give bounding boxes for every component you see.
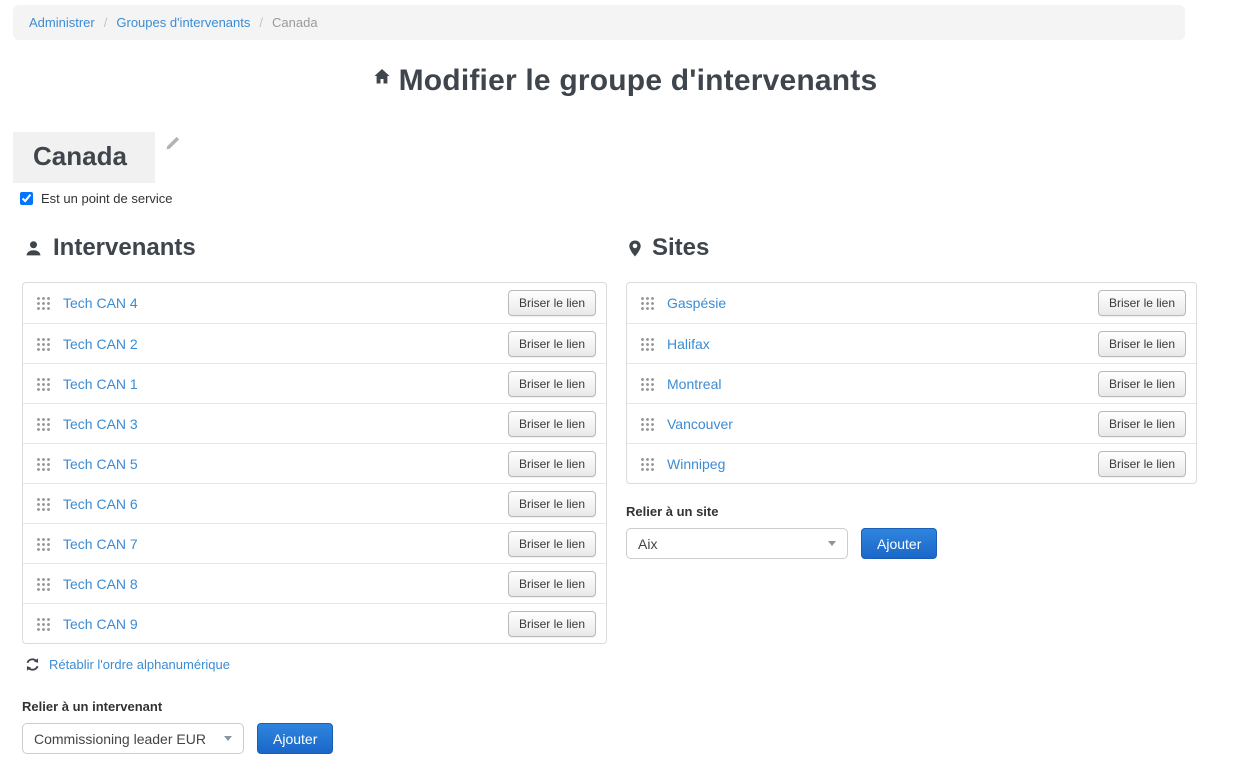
site-link[interactable]: Montreal: [667, 376, 1098, 392]
drag-handle-icon[interactable]: [640, 377, 654, 391]
link-site-label: Relier à un site: [626, 504, 1197, 519]
drag-handle-icon[interactable]: [36, 537, 50, 551]
sites-heading-label: Sites: [652, 234, 709, 262]
refresh-icon: [25, 657, 40, 672]
sites-heading: Sites: [629, 234, 1197, 262]
drag-handle-icon[interactable]: [640, 457, 654, 471]
group-name: Canada: [13, 132, 155, 183]
intervenant-link[interactable]: Tech CAN 5: [63, 456, 508, 472]
site-select[interactable]: Aix: [626, 528, 848, 559]
intervenant-row: Tech CAN 9 Briser le lien: [23, 603, 606, 643]
drag-handle-icon[interactable]: [36, 377, 50, 391]
unlink-button[interactable]: Briser le lien: [1098, 290, 1186, 316]
home-icon: [374, 69, 390, 84]
intervenant-row: Tech CAN 5 Briser le lien: [23, 443, 606, 483]
page-title-text: Modifier le groupe d'intervenants: [399, 64, 878, 97]
unlink-button[interactable]: Briser le lien: [508, 571, 596, 597]
site-row: Vancouver Briser le lien: [627, 403, 1196, 443]
page: Administrer / Groupes d'intervenants / C…: [0, 0, 1251, 779]
intervenants-list: Tech CAN 4 Briser le lien Tech CAN 2 Bri…: [22, 282, 607, 644]
unlink-button[interactable]: Briser le lien: [508, 451, 596, 477]
intervenant-row: Tech CAN 3 Briser le lien: [23, 403, 606, 443]
breadcrumb-current: Canada: [272, 15, 318, 30]
unlink-button[interactable]: Briser le lien: [508, 411, 596, 437]
unlink-button[interactable]: Briser le lien: [508, 331, 596, 357]
service-point-checkbox[interactable]: [20, 192, 33, 205]
unlink-button[interactable]: Briser le lien: [1098, 371, 1186, 397]
service-point-row: Est un point de service: [20, 191, 173, 206]
site-row: Halifax Briser le lien: [627, 323, 1196, 363]
intervenant-link[interactable]: Tech CAN 4: [63, 295, 508, 311]
link-intervenant-label: Relier à un intervenant: [22, 699, 607, 714]
drag-handle-icon[interactable]: [36, 296, 50, 310]
intervenants-heading: Intervenants: [25, 234, 607, 262]
reset-order-row: Rétablir l'ordre alphanumérique: [25, 657, 607, 672]
site-link[interactable]: Winnipeg: [667, 456, 1098, 472]
breadcrumb-link-groupes-intervenants[interactable]: Groupes d'intervenants: [116, 15, 250, 30]
intervenant-link[interactable]: Tech CAN 1: [63, 376, 508, 392]
site-row: Winnipeg Briser le lien: [627, 443, 1196, 483]
drag-handle-icon[interactable]: [36, 457, 50, 471]
intervenant-link[interactable]: Tech CAN 2: [63, 336, 508, 352]
add-intervenant-button[interactable]: Ajouter: [257, 723, 333, 754]
pencil-icon[interactable]: [165, 136, 180, 151]
intervenants-section: Intervenants Tech CAN 4 Briser le lien T…: [22, 234, 607, 754]
service-point-label: Est un point de service: [41, 191, 173, 206]
breadcrumb: Administrer / Groupes d'intervenants / C…: [13, 5, 1185, 40]
intervenant-row: Tech CAN 2 Briser le lien: [23, 323, 606, 363]
intervenant-row: Tech CAN 1 Briser le lien: [23, 363, 606, 403]
sites-list: Gaspésie Briser le lien Halifax Briser l…: [626, 282, 1197, 484]
intervenant-link[interactable]: Tech CAN 7: [63, 536, 508, 552]
intervenant-row: Tech CAN 8 Briser le lien: [23, 563, 606, 603]
site-row: Montreal Briser le lien: [627, 363, 1196, 403]
add-site-button[interactable]: Ajouter: [861, 528, 937, 559]
intervenant-row: Tech CAN 4 Briser le lien: [23, 283, 606, 323]
person-icon: [25, 240, 42, 257]
intervenant-link[interactable]: Tech CAN 6: [63, 496, 508, 512]
unlink-button[interactable]: Briser le lien: [1098, 331, 1186, 357]
drag-handle-icon[interactable]: [36, 617, 50, 631]
drag-handle-icon[interactable]: [640, 296, 654, 310]
drag-handle-icon[interactable]: [36, 497, 50, 511]
unlink-button[interactable]: Briser le lien: [508, 491, 596, 517]
unlink-button[interactable]: Briser le lien: [508, 611, 596, 637]
drag-handle-icon[interactable]: [36, 577, 50, 591]
intervenant-link[interactable]: Tech CAN 9: [63, 616, 508, 632]
unlink-button[interactable]: Briser le lien: [1098, 411, 1186, 437]
breadcrumb-link-administrer[interactable]: Administrer: [29, 15, 95, 30]
unlink-button[interactable]: Briser le lien: [508, 371, 596, 397]
intervenants-heading-label: Intervenants: [53, 234, 196, 262]
intervenant-select[interactable]: Commissioning leader EUR: [22, 723, 244, 754]
site-select-value: Aix: [638, 536, 657, 552]
site-link[interactable]: Vancouver: [667, 416, 1098, 432]
unlink-button[interactable]: Briser le lien: [508, 531, 596, 557]
intervenant-row: Tech CAN 7 Briser le lien: [23, 523, 606, 563]
drag-handle-icon[interactable]: [36, 337, 50, 351]
drag-handle-icon[interactable]: [640, 417, 654, 431]
breadcrumb-separator: /: [259, 15, 263, 30]
intervenant-select-value: Commissioning leader EUR: [34, 731, 206, 747]
site-link[interactable]: Halifax: [667, 336, 1098, 352]
sites-section: Sites Gaspésie Briser le lien Halifax Br…: [626, 234, 1197, 559]
site-link[interactable]: Gaspésie: [667, 295, 1098, 311]
intervenant-link[interactable]: Tech CAN 3: [63, 416, 508, 432]
breadcrumb-separator: /: [104, 15, 108, 30]
link-intervenant-controls: Commissioning leader EUR Ajouter: [22, 723, 607, 754]
drag-handle-icon[interactable]: [640, 337, 654, 351]
drag-handle-icon[interactable]: [36, 417, 50, 431]
chevron-down-icon: [828, 541, 836, 546]
link-site-controls: Aix Ajouter: [626, 528, 1197, 559]
group-name-block: Canada: [13, 132, 180, 183]
page-title: Modifier le groupe d'intervenants: [0, 64, 1251, 98]
intervenant-link[interactable]: Tech CAN 8: [63, 576, 508, 592]
map-pin-icon: [629, 240, 641, 257]
site-row: Gaspésie Briser le lien: [627, 283, 1196, 323]
intervenant-row: Tech CAN 6 Briser le lien: [23, 483, 606, 523]
chevron-down-icon: [224, 736, 232, 741]
unlink-button[interactable]: Briser le lien: [508, 290, 596, 316]
unlink-button[interactable]: Briser le lien: [1098, 451, 1186, 477]
reset-order-link[interactable]: Rétablir l'ordre alphanumérique: [49, 657, 230, 672]
